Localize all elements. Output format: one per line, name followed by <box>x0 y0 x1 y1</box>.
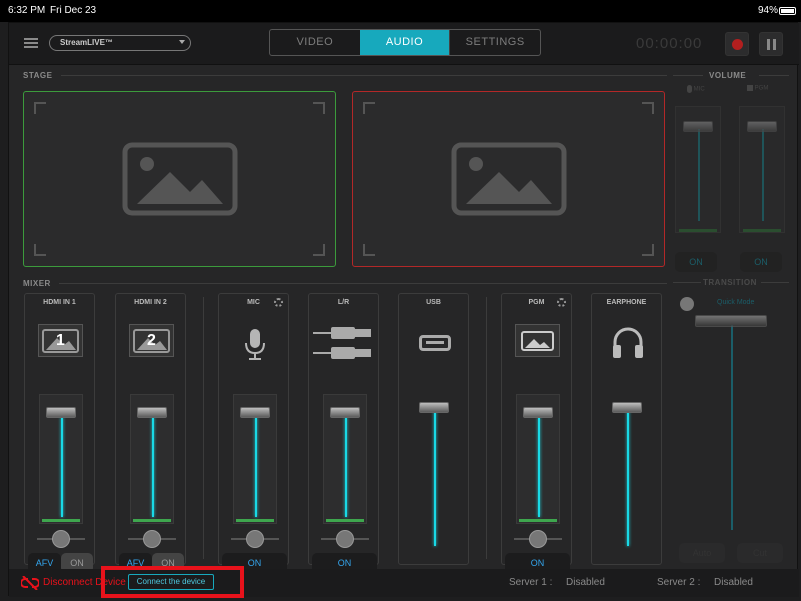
stage-divider <box>61 75 667 76</box>
microphone-icon <box>245 329 265 360</box>
record-button[interactable] <box>725 32 749 56</box>
chevron-down-icon <box>179 40 185 44</box>
channel-pgm: PGM ON <box>501 293 572 573</box>
battery-icon <box>779 7 796 15</box>
pan-slider[interactable] <box>317 530 373 548</box>
channel-fader[interactable] <box>409 384 461 554</box>
channel-fader[interactable] <box>516 394 560 524</box>
mic-volume-fader[interactable] <box>675 106 721 233</box>
stage-title: STAGE <box>23 71 53 80</box>
pan-slider[interactable] <box>124 530 180 548</box>
auto-button[interactable]: Auto <box>679 543 725 563</box>
server2-label: Server 2 : <box>657 577 701 588</box>
pan-slider[interactable] <box>227 530 283 548</box>
transition-divider-left <box>673 282 701 283</box>
channel-name: HDMI IN 1 <box>43 299 76 306</box>
usb-icon <box>419 335 451 351</box>
mic-volume-label: MIC <box>693 86 705 93</box>
pause-icon <box>767 39 776 50</box>
mic-on-button[interactable]: ON <box>675 252 717 272</box>
channel-fader[interactable] <box>130 394 174 524</box>
link-off-icon <box>21 576 39 590</box>
gear-icon[interactable] <box>557 298 566 307</box>
battery-percent: 94% <box>758 5 779 16</box>
status-date: Fri Dec 23 <box>50 5 97 16</box>
pause-button[interactable] <box>759 32 783 56</box>
footer-bar: Disconnect Device Connect the device Ser… <box>9 566 799 598</box>
quick-mode-label: Quick Mode <box>717 299 755 306</box>
connect-device-button[interactable]: Connect the device <box>128 574 214 590</box>
pgm-source-thumbnail[interactable] <box>515 324 560 357</box>
quick-mode-toggle[interactable] <box>680 297 694 311</box>
volume-divider-left <box>673 75 703 76</box>
channel-name: USB <box>426 299 441 306</box>
channel-name: HDMI IN 2 <box>134 299 167 306</box>
pgm-volume-label: PGM <box>754 85 769 92</box>
audio-cable-icon <box>313 327 371 359</box>
source-number: 2 <box>147 332 156 349</box>
stage-preview-right[interactable] <box>352 91 665 267</box>
server1-label: Server 1 : <box>509 577 553 588</box>
hdmi-source-thumbnail[interactable]: 2 <box>129 324 174 357</box>
channel-usb: USB <box>398 293 469 565</box>
image-placeholder-icon <box>122 142 238 216</box>
channel-earphone: EARPHONE <box>591 293 662 565</box>
mode-tabs: VIDEO AUDIO SETTINGS <box>269 29 541 56</box>
source-number: 1 <box>56 332 65 349</box>
server1-status: Disabled <box>566 577 605 588</box>
channel-group-divider <box>203 297 204 559</box>
tab-audio[interactable]: AUDIO <box>359 30 450 55</box>
speaker-icon <box>747 85 753 91</box>
channel-fader[interactable] <box>233 394 277 524</box>
volume-divider-right <box>759 75 789 76</box>
hdmi-source-thumbnail[interactable]: 1 <box>38 324 83 357</box>
channel-fader[interactable] <box>39 394 83 524</box>
device-select[interactable]: StreamLIVE™ <box>49 35 191 51</box>
channel-name: EARPHONE <box>606 299 647 306</box>
pan-slider[interactable] <box>33 530 89 548</box>
status-bar: 6:32 PM Fri Dec 23 94% <box>0 0 801 22</box>
channel-hdmi-in-1: HDMI IN 1 1 AFV ON <box>24 293 95 573</box>
menu-icon[interactable] <box>24 38 38 48</box>
header: StreamLIVE™ VIDEO AUDIO SETTINGS 00:00:0… <box>9 23 799 65</box>
status-time: 6:32 PM <box>8 5 46 16</box>
device-select-label: StreamLIVE™ <box>60 38 113 47</box>
tab-settings[interactable]: SETTINGS <box>449 30 540 55</box>
channel-fader[interactable] <box>602 384 654 554</box>
pgm-volume-fader[interactable] <box>739 106 785 233</box>
transition-title: TRANSITION <box>703 278 757 287</box>
channel-name: L/R <box>337 299 350 306</box>
mic-volume-header: MIC <box>687 85 705 93</box>
record-icon <box>732 39 743 50</box>
volume-title: VOLUME <box>709 71 747 80</box>
tab-video[interactable]: VIDEO <box>270 30 360 55</box>
server2-status: Disabled <box>714 577 753 588</box>
mixer-divider <box>59 283 667 284</box>
channel-fader[interactable] <box>323 394 367 524</box>
transition-divider-right <box>761 282 789 283</box>
gear-icon[interactable] <box>274 298 283 307</box>
cut-button[interactable]: Cut <box>737 543 783 563</box>
image-placeholder-icon <box>451 142 567 216</box>
channel-mic: MIC ON <box>218 293 289 573</box>
stage-preview-left[interactable] <box>23 91 336 267</box>
image-placeholder-icon <box>521 331 554 351</box>
channel-hdmi-in-2: HDMI IN 2 2 AFV ON <box>115 293 186 573</box>
channel-lr: L/R ON <box>308 293 379 573</box>
mic-icon <box>687 85 692 93</box>
pgm-volume-header: PGM <box>747 85 768 92</box>
stream-timer: 00:00:00 <box>636 35 703 52</box>
mixer-title: MIXER <box>23 279 51 288</box>
app-window: StreamLIVE™ VIDEO AUDIO SETTINGS 00:00:0… <box>8 22 799 598</box>
pgm-on-button[interactable]: ON <box>740 252 782 272</box>
pan-slider[interactable] <box>510 530 566 548</box>
channel-group-divider <box>486 297 487 559</box>
headphones-icon <box>613 327 643 358</box>
transition-tbar[interactable] <box>677 313 787 541</box>
